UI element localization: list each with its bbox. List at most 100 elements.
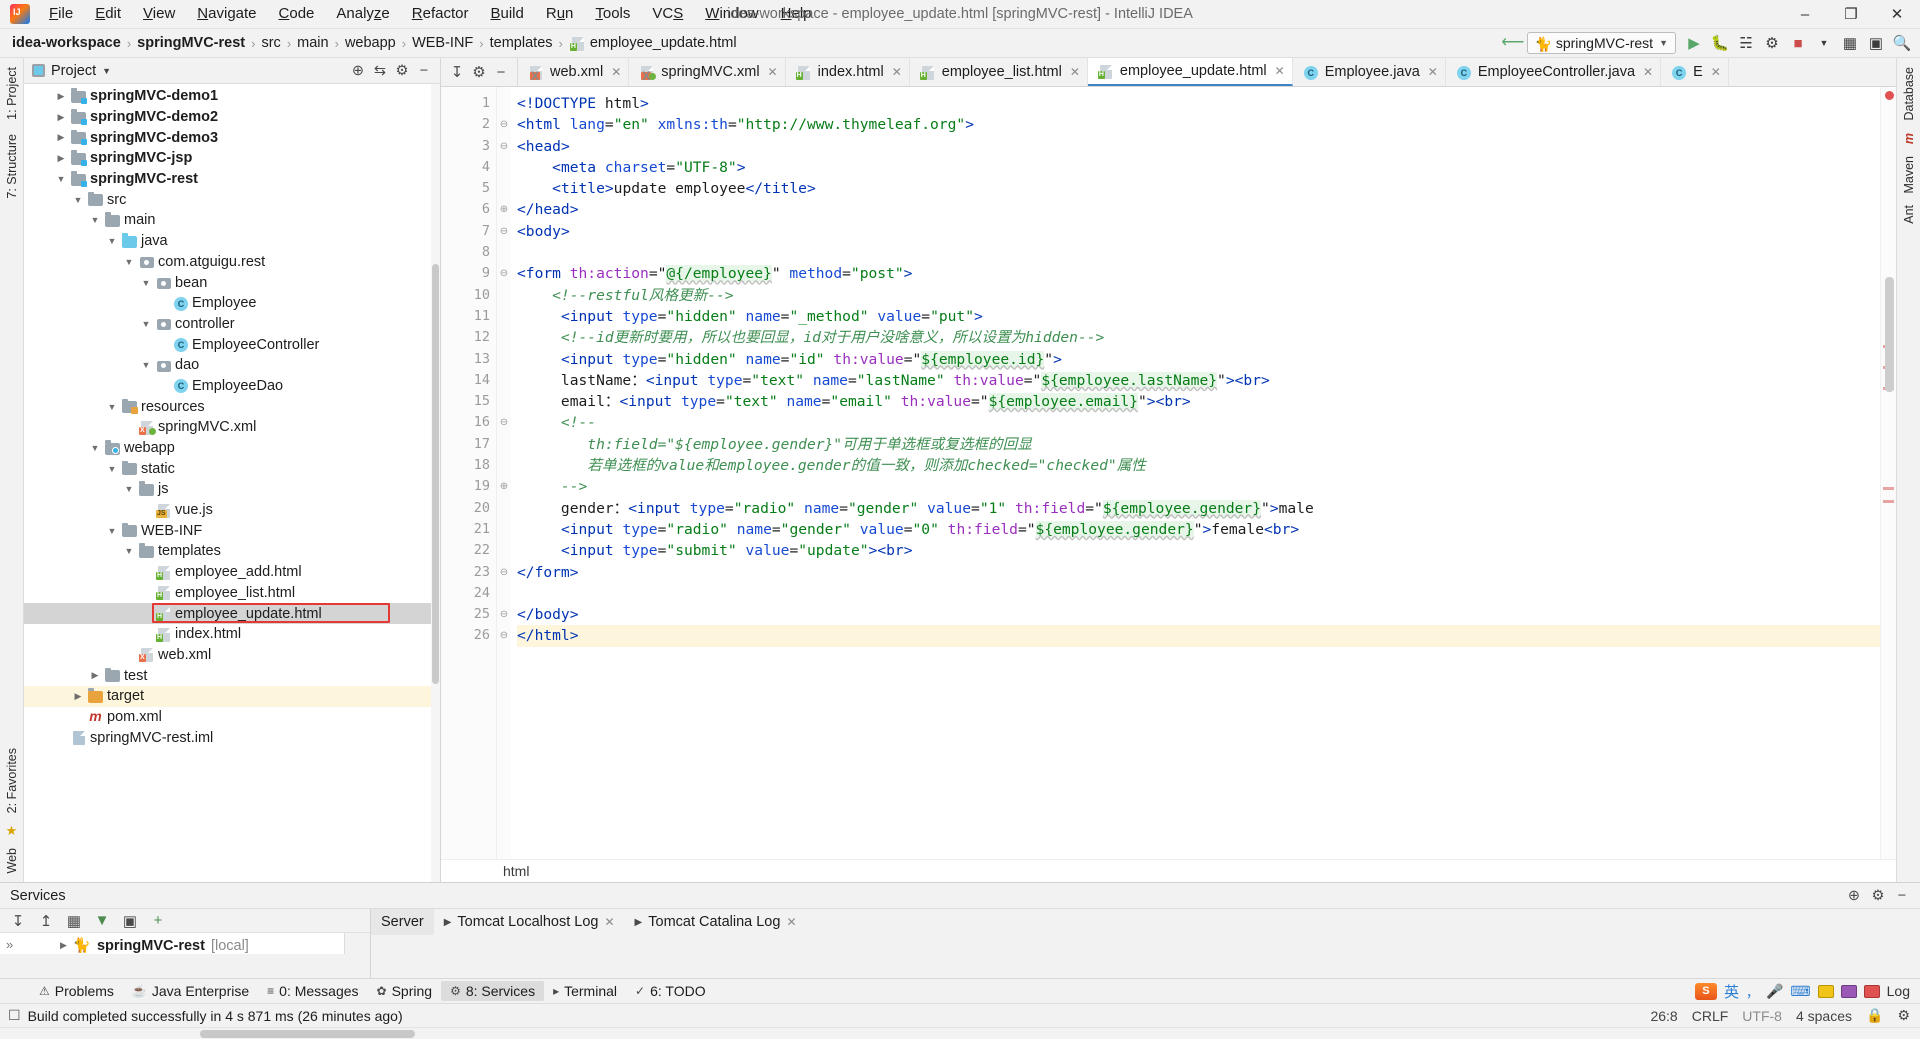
tree-collapse-arrow[interactable]: ▼: [72, 195, 84, 205]
comma-icon[interactable]: ，: [1746, 982, 1759, 1001]
rail-item-ant[interactable]: Ant: [1902, 200, 1916, 229]
tree-item-employee[interactable]: C Employee: [24, 293, 440, 314]
settings-icon[interactable]: ⚙: [1868, 886, 1888, 906]
error-indicator-icon[interactable]: [1885, 91, 1894, 100]
more-icon[interactable]: »: [6, 937, 13, 952]
horizontal-scroll-thumb[interactable]: [200, 1030, 415, 1038]
tree-item-springmvc-demo3[interactable]: ▶ springMVC-demo3: [24, 127, 440, 148]
tree-collapse-arrow[interactable]: ▼: [106, 526, 118, 536]
chevron-down-icon[interactable]: ▼: [102, 66, 111, 76]
rail-item-maven[interactable]: Maven: [1902, 151, 1916, 199]
editor-tab-web-xml[interactable]: Xweb.xml ✕: [518, 58, 630, 86]
tree-item-springmvc-rest[interactable]: ▼ springMVC-rest: [24, 169, 440, 190]
tool-window-button-0-messages[interactable]: ≡ 0: Messages: [258, 981, 367, 1001]
tree-collapse-arrow[interactable]: ▼: [123, 257, 135, 267]
tree-item-target[interactable]: ▶ target: [24, 685, 440, 707]
red-square-icon[interactable]: [1863, 984, 1880, 998]
tree-item-employeedao[interactable]: C EmployeeDao: [24, 376, 440, 397]
tree-item-dao[interactable]: ▼ dao: [24, 355, 440, 376]
menu-analyze[interactable]: Analyze: [325, 2, 400, 26]
editor-tab-index-html[interactable]: Hindex.html ✕: [786, 58, 910, 86]
menu-help[interactable]: Help: [770, 2, 823, 26]
close-tab-icon[interactable]: ✕: [604, 915, 614, 929]
yellow-square-icon[interactable]: [1817, 984, 1834, 998]
services-tree[interactable]: ▶ 🐈 springMVC-rest [local] »: [0, 933, 345, 954]
tree-collapse-arrow[interactable]: ▼: [55, 174, 67, 184]
caret-position[interactable]: 26:8: [1650, 1008, 1677, 1024]
tree-item-test[interactable]: ▶ test: [24, 665, 440, 686]
editor-tab-employee-java[interactable]: C Employee.java ✕: [1293, 58, 1446, 86]
editor-tab-employee-list-html[interactable]: Hemployee_list.html ✕: [910, 58, 1088, 86]
tree-item-springmvc-jsp[interactable]: ▶ springMVC-jsp: [24, 148, 440, 169]
tree-expand-arrow[interactable]: ▶: [72, 691, 84, 702]
services-tab-server[interactable]: Server: [371, 909, 434, 935]
services-tab-tomcat-localhost-log[interactable]: ▶ Tomcat Localhost Log ✕: [434, 909, 625, 935]
close-tab-icon[interactable]: ✕: [892, 65, 902, 79]
tree-collapse-arrow[interactable]: ▼: [123, 484, 135, 494]
line-separator[interactable]: CRLF: [1692, 1008, 1729, 1024]
run-icon[interactable]: ▶: [1682, 31, 1706, 55]
locate-icon[interactable]: ⊕: [1844, 886, 1864, 906]
code-fold-toggle[interactable]: ⊖: [497, 604, 511, 625]
tree-item-java[interactable]: ▼ java: [24, 231, 440, 252]
menu-build[interactable]: Build: [479, 2, 534, 26]
menu-window[interactable]: Window: [694, 2, 769, 26]
menu-edit[interactable]: Edit: [84, 2, 132, 26]
locate-icon[interactable]: ⊕: [348, 61, 368, 81]
tree-expand-arrow[interactable]: ▶: [60, 940, 67, 951]
tree-collapse-arrow[interactable]: ▼: [140, 360, 152, 370]
debug-icon[interactable]: 🐛: [1708, 31, 1732, 55]
editor-tab-springmvc-xml[interactable]: XspringMVC.xml ✕: [629, 58, 786, 86]
tree-item-index-html[interactable]: Hindex.html: [24, 624, 440, 645]
breadcrumb-item-3[interactable]: main: [293, 35, 332, 51]
close-tab-icon[interactable]: ✕: [1428, 65, 1438, 79]
breadcrumb-item-7[interactable]: H employee_update.html: [565, 35, 741, 51]
warning-mark[interactable]: [1883, 500, 1894, 503]
tool-window-button-8-services[interactable]: ⚙ 8: Services: [441, 981, 545, 1001]
tree-item-employee-update-html[interactable]: Hemployee_update.html: [24, 603, 440, 624]
code-fold-toggle[interactable]: ⊖: [497, 412, 511, 433]
tree-item-springmvc-xml[interactable]: XspringMVC.xml: [24, 417, 440, 438]
keyboard-icon[interactable]: ⌨: [1790, 983, 1810, 1000]
tree-item-web-inf[interactable]: ▼ WEB-INF: [24, 520, 440, 541]
code-fold-toggle[interactable]: ⊖: [497, 136, 511, 157]
settings-icon[interactable]: ⚙: [392, 61, 412, 81]
menu-refactor[interactable]: Refactor: [401, 2, 480, 26]
code-editor[interactable]: 1 2 3 4 5 6 7 8 9 10 11 12 13 14 15 16 17 18 19 20 21 22 23 24 2…: [441, 87, 1896, 859]
tree-item-springmvc-rest-iml[interactable]: springMVC-rest.iml: [24, 727, 440, 748]
star-icon[interactable]: ★: [6, 823, 18, 839]
hammer-build-icon[interactable]: ⟵: [1501, 31, 1525, 55]
expand-icon[interactable]: ↥: [36, 911, 56, 931]
tool-window-button-java-enterprise[interactable]: ☕ Java Enterprise: [123, 981, 258, 1001]
hide-icon[interactable]: −: [414, 61, 434, 81]
filter-icon[interactable]: ▼: [92, 911, 112, 931]
tree-collapse-arrow[interactable]: ▼: [106, 402, 118, 412]
rail-item-web[interactable]: Web: [5, 843, 19, 878]
tree-item-webapp[interactable]: ▼ webapp: [24, 438, 440, 459]
code-fold-toggle[interactable]: ⊖: [497, 263, 511, 284]
mic-icon[interactable]: 🎤: [1766, 983, 1783, 1000]
close-tab-icon[interactable]: ✕: [786, 915, 796, 929]
lock-icon[interactable]: 🔒: [1866, 1007, 1883, 1024]
tree-item-bean[interactable]: ▼ bean: [24, 272, 440, 293]
stop-icon[interactable]: ■: [1786, 31, 1810, 55]
menu-code[interactable]: Code: [268, 2, 326, 26]
rail-item-favorites[interactable]: 2: Favorites: [5, 743, 19, 818]
hide-icon[interactable]: −: [491, 62, 511, 82]
tree-collapse-arrow[interactable]: ▼: [123, 546, 135, 556]
tree-item-employee-list-html[interactable]: Hemployee_list.html: [24, 583, 440, 604]
menu-vcs[interactable]: VCS: [641, 2, 694, 26]
project-tree[interactable]: ▶ springMVC-demo1 ▶ springMVC-demo2 ▶ springM…: [24, 84, 440, 882]
tree-item-vue-js[interactable]: JS vue.js: [24, 500, 440, 521]
tree-item-springmvc-demo2[interactable]: ▶ springMVC-demo2: [24, 107, 440, 128]
tree-item-templates[interactable]: ▼ templates: [24, 541, 440, 562]
menu-view[interactable]: View: [132, 2, 186, 26]
tree-item-employee-add-html[interactable]: Hemployee_add.html: [24, 562, 440, 583]
minimize-button[interactable]: –: [1782, 0, 1828, 29]
tool-window-button-spring[interactable]: ✿ Spring: [368, 981, 442, 1001]
code-fold-toggle[interactable]: ⊖: [497, 114, 511, 135]
code-text[interactable]: <!DOCTYPE html> <html lang="en" xmlns:th=…: [511, 87, 1880, 859]
tool-window-button-terminal[interactable]: ▸ Terminal: [544, 981, 626, 1001]
window-split-icon[interactable]: ▣: [1864, 31, 1888, 55]
scroll-to-source-icon[interactable]: ↧: [447, 62, 467, 82]
